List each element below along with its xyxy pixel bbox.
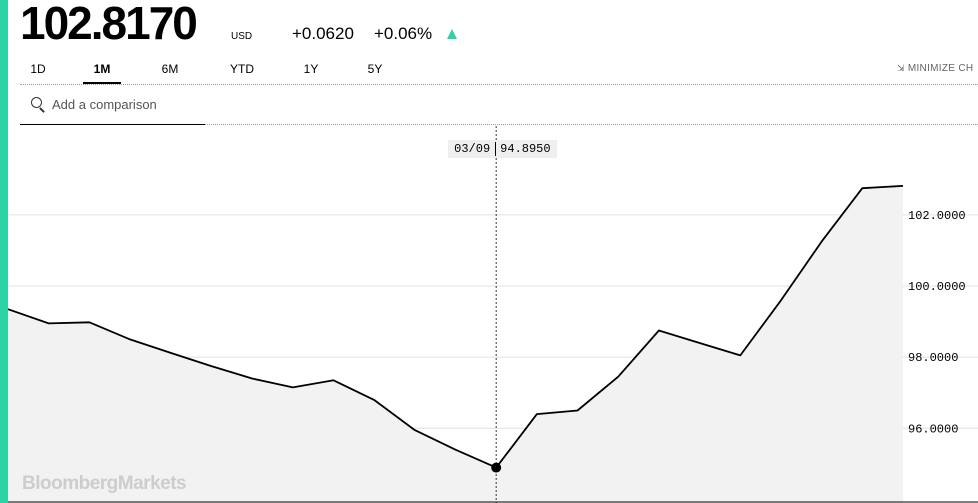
tooltip-date: 03/09 [448,142,497,156]
price-area [8,185,903,503]
tab-1y[interactable]: 1Y [294,60,328,82]
y-tick-label: 100.0000 [908,280,966,294]
up-arrow-icon [447,29,457,39]
divider [205,124,978,125]
divider [20,84,978,85]
y-tick-label: 98.0000 [908,351,958,365]
price-change: +0.0620 [292,24,354,43]
comparison-search [20,86,205,125]
tab-1d[interactable]: 1D [20,60,56,82]
hover-tooltip: 03/09 94.8950 [448,140,557,158]
highlight-point [491,462,502,473]
minimize-label: MINIMIZE CH [907,63,974,74]
accent-bar [0,0,8,503]
y-axis-ticks: 96.0000 98.0000 100.0000 102.0000 [908,209,966,436]
bloomberg-logo: BloombergMarkets [22,473,187,494]
minimize-chart-button[interactable]: ⇲ MINIMIZE CH [897,63,973,74]
minimize-icon: ⇲ [897,63,905,73]
price-value: 102.8170 [20,0,198,49]
price-change-percent: +0.06% [374,24,433,43]
tab-1m[interactable]: 1M [83,60,121,84]
currency-label: USD [231,31,253,42]
tab-ytd[interactable]: YTD [221,60,263,82]
y-tick-label: 102.0000 [908,209,966,223]
y-tick-label: 96.0000 [908,422,958,436]
tab-6m[interactable]: 6M [150,60,190,82]
tooltip-value: 94.8950 [500,142,551,156]
tab-5y[interactable]: 5Y [357,60,393,82]
price-chart[interactable]: 96.0000 98.0000 100.0000 102.0000 [8,126,978,503]
search-icon [31,97,42,108]
comparison-input[interactable] [52,95,202,113]
